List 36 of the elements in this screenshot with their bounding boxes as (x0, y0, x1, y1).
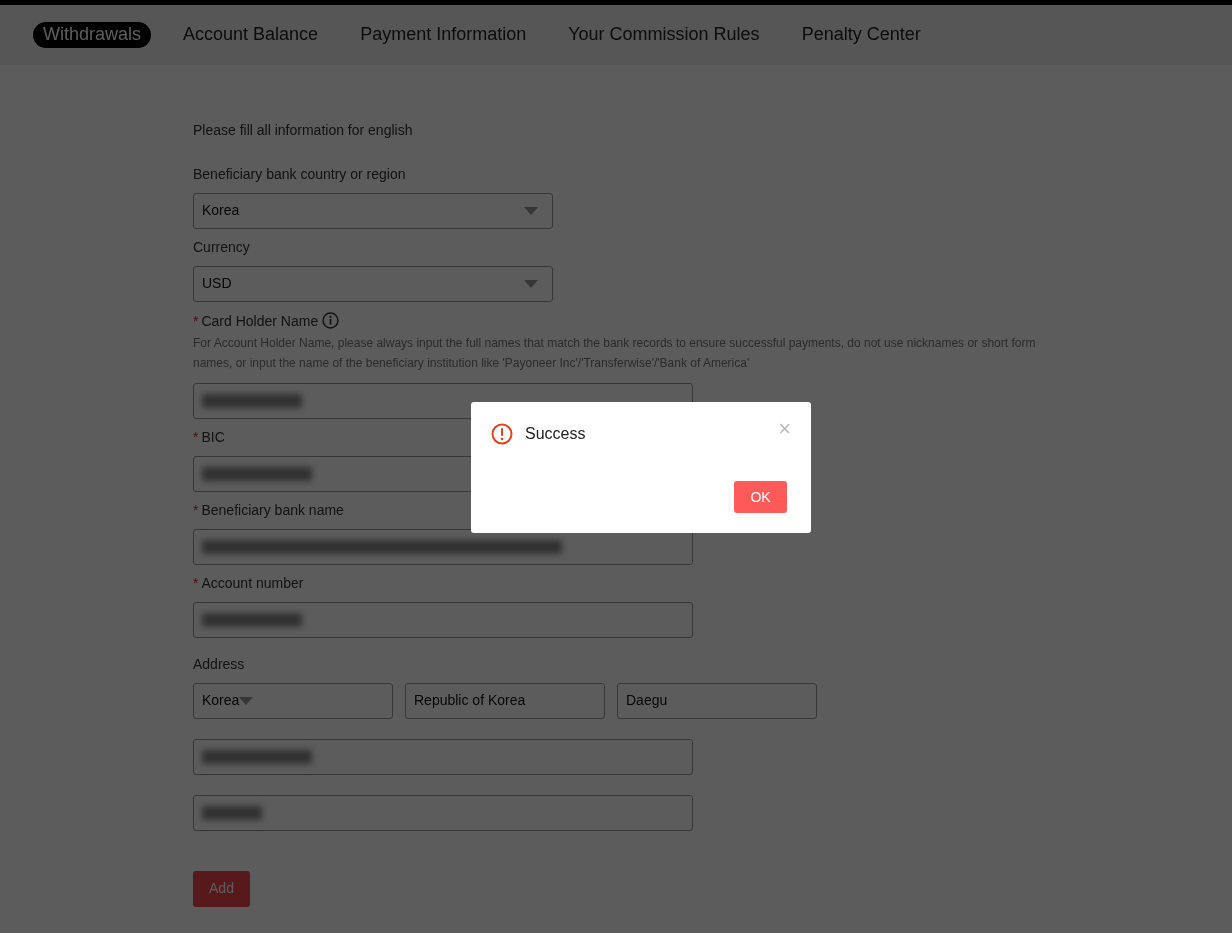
close-button[interactable]: × (778, 418, 791, 440)
nav-tab[interactable]: Your Commission Rules (558, 22, 770, 48)
field-label: Beneficiary bank country or region (193, 166, 406, 182)
input-field[interactable] (193, 529, 693, 565)
field-label: Address (193, 655, 246, 673)
info-icon[interactable] (322, 311, 340, 329)
field-label: Currency (193, 238, 250, 255)
input-field[interactable] (193, 601, 693, 638)
add-button[interactable]: Add (193, 870, 250, 907)
select-field[interactable]: Korea (193, 192, 553, 229)
select-field[interactable]: USD (193, 265, 553, 302)
ok-button[interactable]: OK (734, 481, 787, 513)
nav-tab[interactable]: Withdrawals (33, 22, 152, 48)
caret-icon (524, 206, 538, 215)
input-field[interactable]: Daegu (617, 682, 817, 719)
input-field[interactable] (193, 738, 693, 775)
required-mark: * (193, 575, 199, 591)
warning-icon (491, 423, 513, 445)
nav-tab[interactable]: Penalty Center (791, 22, 931, 48)
required-mark: * (193, 502, 199, 519)
select-field[interactable]: Korea (193, 682, 393, 719)
nav-tab[interactable]: Payment Information (350, 22, 537, 48)
caret-icon (524, 279, 538, 288)
dialog-title: Success (525, 424, 586, 444)
field-label: Account number (201, 575, 304, 591)
blurred-value (202, 805, 262, 820)
input-field[interactable]: Republic of Korea (405, 682, 605, 719)
input-field[interactable] (193, 794, 693, 831)
field-label: BIC (201, 429, 225, 446)
field-label: Beneficiary bank name (201, 502, 344, 519)
caret-icon (239, 696, 254, 705)
instruction-text: Please fill all information for english (193, 121, 414, 140)
required-mark: * (193, 312, 199, 329)
field-label: Card Holder Name (201, 312, 319, 329)
nav-tab[interactable]: Account Balance (173, 22, 329, 48)
required-mark: * (193, 429, 199, 446)
